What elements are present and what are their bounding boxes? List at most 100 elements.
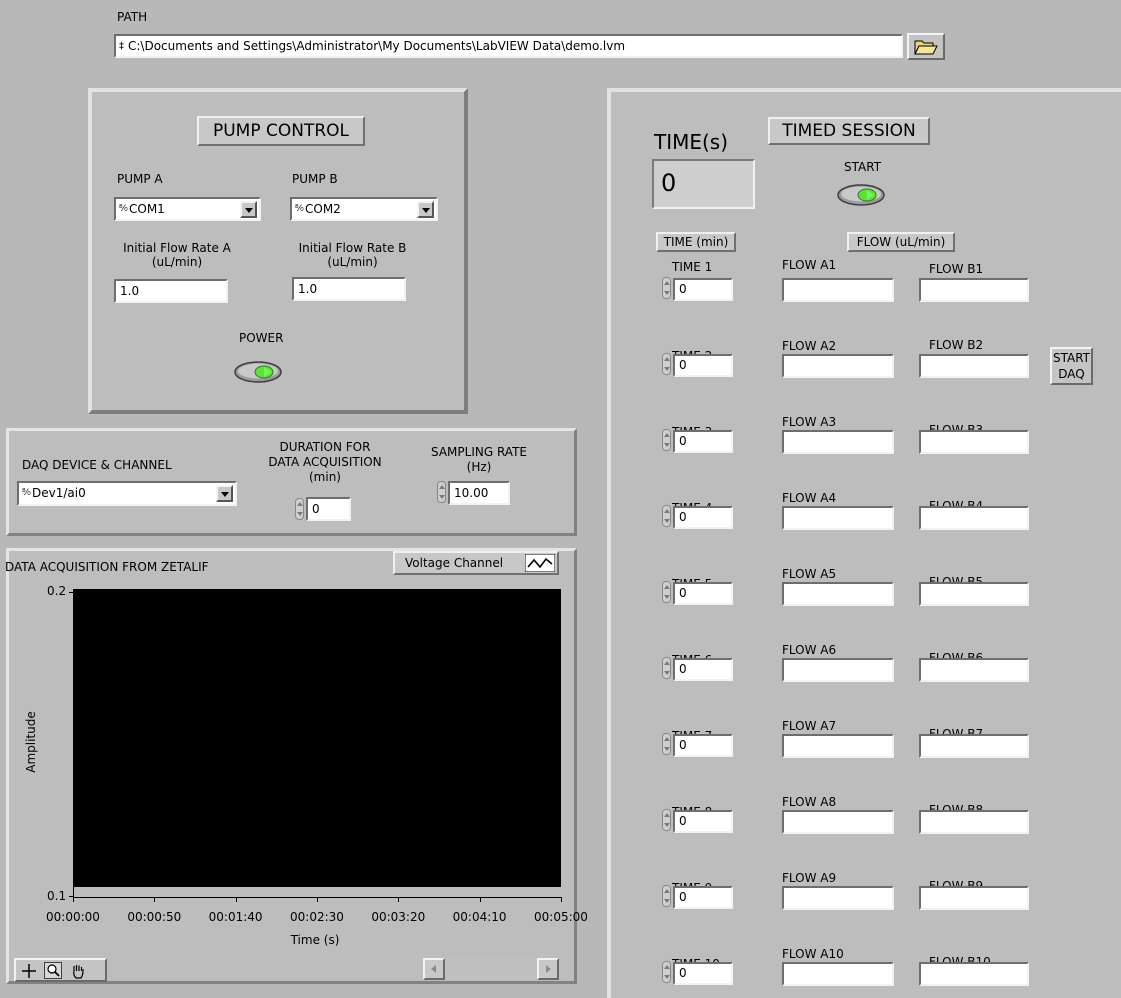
time-spinner[interactable] xyxy=(662,809,671,831)
x-tick-label: 00:03:20 xyxy=(371,910,426,924)
chevron-down-icon[interactable] xyxy=(417,201,434,218)
x-tick-label: 00:02:30 xyxy=(290,910,344,924)
flow-b-input[interactable] xyxy=(919,354,1029,378)
browse-button[interactable] xyxy=(907,33,945,60)
time-spinner[interactable] xyxy=(662,581,671,603)
flow-rate-b-label-line1: Initial Flow Rate B xyxy=(298,241,407,255)
path-input[interactable]: ‡ C:\Documents and Settings\Administrator… xyxy=(114,34,903,58)
flow-a-input[interactable] xyxy=(782,430,894,454)
flow-rate-b-input[interactable]: 1.0 xyxy=(292,277,406,301)
chevron-down-icon[interactable] xyxy=(240,201,257,218)
flow-a-input[interactable] xyxy=(782,886,894,910)
flow-rate-a-label: Initial Flow Rate A (uL/min) xyxy=(112,241,242,269)
time-spinner[interactable] xyxy=(662,353,671,375)
scroll-left-button[interactable] xyxy=(423,958,445,980)
pump-b-value: COM2 xyxy=(305,202,341,216)
pump-b-select[interactable]: ⁸⁄₀COM2 xyxy=(290,197,438,221)
time-input[interactable]: 0 xyxy=(673,354,733,377)
flow-a-label: FLOW A2 xyxy=(782,339,837,353)
time-spinner[interactable] xyxy=(662,733,671,755)
x-tick-mark xyxy=(561,897,562,902)
scroll-right-button[interactable] xyxy=(537,958,559,980)
sampling-rate-label-line2: (Hz) xyxy=(466,460,492,474)
flow-b-input[interactable] xyxy=(919,886,1029,910)
flow-a-input[interactable] xyxy=(782,962,894,986)
y-axis-line xyxy=(73,589,74,897)
arrow-left-icon xyxy=(431,965,436,973)
flow-a-input[interactable] xyxy=(782,354,894,378)
io-icon: ⁸⁄₀ xyxy=(22,488,31,498)
x-tick-label: 00:01:40 xyxy=(208,910,263,924)
daq-device-select[interactable]: ⁸⁄₀Dev1/ai0 xyxy=(17,481,237,506)
timed-session-panel xyxy=(607,88,1121,998)
start-daq-button[interactable]: START DAQ xyxy=(1050,347,1093,385)
flow-rate-b-label: Initial Flow Rate B (uL/min) xyxy=(285,241,420,269)
time-input[interactable]: 0 xyxy=(673,582,733,605)
flow-a-label: FLOW A8 xyxy=(782,795,837,809)
time-spinner[interactable] xyxy=(662,657,671,679)
flow-b-input[interactable] xyxy=(919,582,1029,606)
pump-control-title: PUMP CONTROL xyxy=(197,116,365,146)
power-toggle-button[interactable] xyxy=(233,359,283,385)
sampling-rate-label: SAMPLING RATE (Hz) xyxy=(410,445,548,475)
time-spinner[interactable] xyxy=(662,885,671,907)
pump-a-select[interactable]: ⁸⁄₀COM1 xyxy=(114,197,261,221)
flow-a-input[interactable] xyxy=(782,658,894,682)
crosshair-icon[interactable] xyxy=(21,963,37,979)
flow-b-input[interactable] xyxy=(919,734,1029,758)
flow-b-input[interactable] xyxy=(919,810,1029,834)
time-input[interactable]: 0 xyxy=(673,886,733,909)
power-label: POWER xyxy=(239,331,284,345)
zoom-icon[interactable] xyxy=(44,962,62,979)
time-input[interactable]: 0 xyxy=(673,734,733,757)
time-input[interactable]: 0 xyxy=(673,658,733,681)
time-spinner[interactable] xyxy=(662,429,671,451)
chevron-down-icon[interactable] xyxy=(216,485,233,502)
pan-hand-icon[interactable] xyxy=(70,963,86,979)
time-input[interactable]: 0 xyxy=(673,810,733,833)
x-axis-line xyxy=(73,897,561,898)
chart-legend[interactable]: Voltage Channel xyxy=(393,551,559,575)
chart-scrollbar[interactable] xyxy=(423,958,559,980)
time-input[interactable]: 0 xyxy=(673,430,733,453)
legend-plot-icon[interactable] xyxy=(525,554,555,572)
time-spinner[interactable] xyxy=(662,505,671,527)
sampling-rate-label-line1: SAMPLING RATE xyxy=(431,445,527,459)
flow-a-input[interactable] xyxy=(782,734,894,758)
time-spinner[interactable] xyxy=(662,277,671,299)
flow-b-input[interactable] xyxy=(919,658,1029,682)
sampling-rate-input[interactable]: 10.00 xyxy=(448,481,510,505)
flow-a-input[interactable] xyxy=(782,506,894,530)
start-daq-label-line1: START xyxy=(1052,351,1091,365)
flow-a-input[interactable] xyxy=(782,810,894,834)
duration-spinner[interactable] xyxy=(295,498,304,520)
time-input[interactable]: 0 xyxy=(673,506,733,529)
x-tick-label: 00:00:50 xyxy=(127,910,182,924)
flow-a-label: FLOW A4 xyxy=(782,491,837,505)
flow-rate-a-label-line2: (uL/min) xyxy=(151,255,203,269)
flow-b-label: FLOW B2 xyxy=(929,338,984,352)
start-session-button[interactable] xyxy=(836,182,886,208)
time-input[interactable]: 0 xyxy=(673,962,733,985)
time-input[interactable]: 0 xyxy=(673,278,733,301)
flow-rate-a-input[interactable]: 1.0 xyxy=(114,279,228,303)
start-daq-label-line2: DAQ xyxy=(1058,367,1085,381)
x-axis-label: Time (s) xyxy=(290,933,340,947)
flow-a-label: FLOW A5 xyxy=(782,567,837,581)
flow-a-input[interactable] xyxy=(782,582,894,606)
duration-input[interactable]: 0 xyxy=(306,497,351,521)
flow-b-input[interactable] xyxy=(919,962,1029,986)
flow-a-input[interactable] xyxy=(782,278,894,302)
flow-b-input[interactable] xyxy=(919,430,1029,454)
flow-b-label: FLOW B1 xyxy=(929,262,984,276)
flow-b-input[interactable] xyxy=(919,506,1029,530)
time-spinner[interactable] xyxy=(662,961,671,983)
chart-plot-area[interactable] xyxy=(73,589,561,887)
flow-b-input[interactable] xyxy=(919,278,1029,302)
duration-label: DURATION FOR DATA ACQUISITION (min) xyxy=(245,440,405,485)
flow-a-label: FLOW A3 xyxy=(782,415,837,429)
sampling-rate-spinner[interactable] xyxy=(437,481,446,503)
y-tick-label: 0.1 xyxy=(47,889,67,903)
path-label: PATH xyxy=(117,10,148,24)
time-row-label: TIME 1 xyxy=(672,260,713,274)
